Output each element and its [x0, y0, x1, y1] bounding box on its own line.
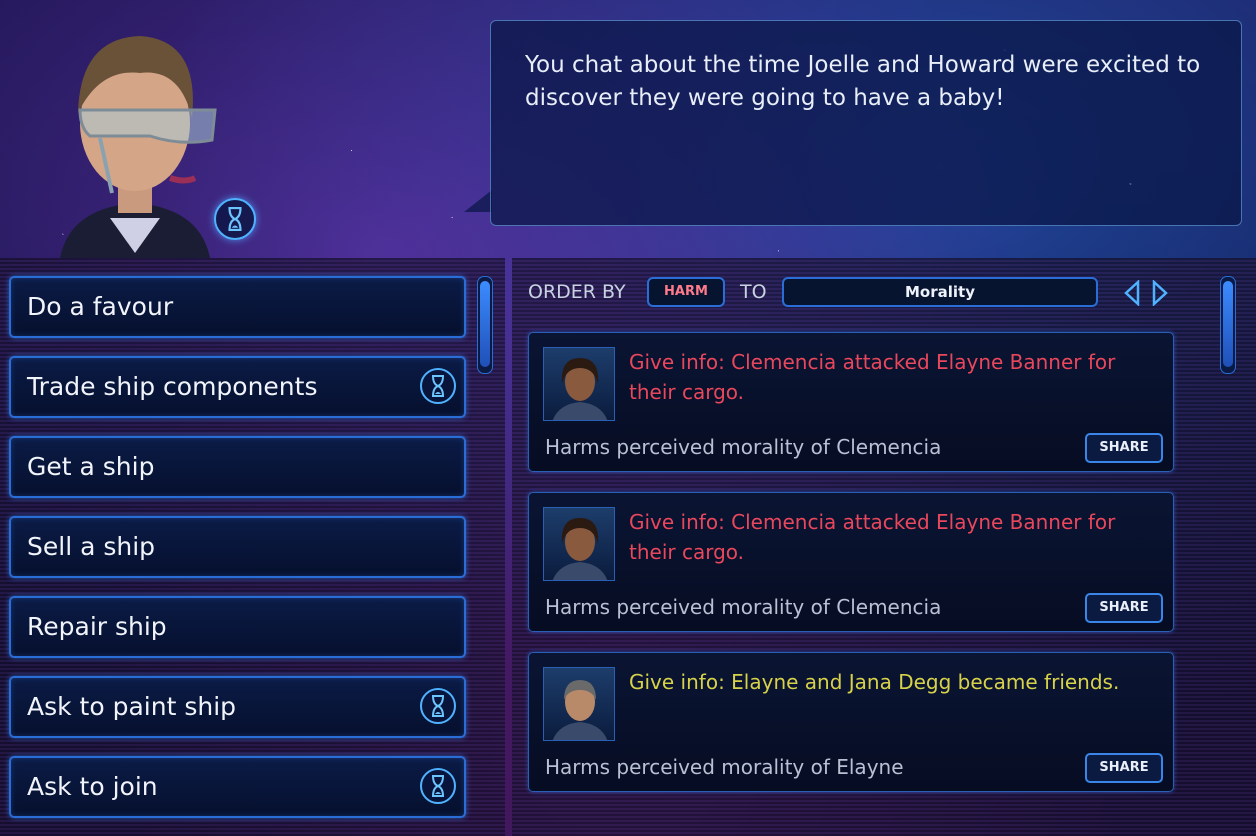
share-button[interactable]: SHARE [1085, 433, 1163, 463]
share-button[interactable]: SHARE [1085, 593, 1163, 623]
info-scrollbar[interactable] [1220, 276, 1236, 374]
info-effect: Harms perceived morality of Clemencia [545, 435, 942, 459]
info-effect: Harms perceived morality of Elayne [545, 755, 904, 779]
character-portrait [543, 347, 615, 421]
sell-ship-button[interactable]: Sell a ship [9, 516, 466, 578]
speech-tail [464, 190, 492, 212]
ask-to-join-button[interactable]: Ask to join [9, 756, 466, 818]
menu-item-label: Sell a ship [27, 532, 156, 561]
get-ship-button[interactable]: Get a ship [9, 436, 466, 498]
info-scroll-thumb[interactable] [1223, 281, 1233, 367]
character-portrait [543, 667, 615, 741]
info-title: Give info: Elayne and Jana Degg became f… [629, 670, 1120, 694]
to-selector[interactable]: Morality [782, 277, 1098, 307]
hourglass-icon [420, 368, 456, 404]
chevron-right-icon[interactable] [1150, 280, 1170, 306]
menu-item-label: Do a favour [27, 292, 174, 321]
menu-item-label: Get a ship [27, 452, 155, 481]
chevron-left-icon[interactable] [1122, 280, 1142, 306]
hourglass-icon [214, 198, 256, 240]
to-label: TO [740, 281, 767, 303]
repair-ship-button[interactable]: Repair ship [9, 596, 466, 658]
paint-ship-button[interactable]: Ask to paint ship [9, 676, 466, 738]
npc-portrait [40, 18, 230, 258]
info-title: Give info: Clemencia attacked Elayne Ban… [629, 350, 1116, 404]
info-effect: Harms perceived morality of Clemencia [545, 595, 942, 619]
order-by-harm-button[interactable]: HARM [647, 277, 725, 307]
menu-item-label: Ask to paint ship [27, 692, 237, 721]
hourglass-icon [420, 688, 456, 724]
menu-item-label: Trade ship components [27, 372, 318, 401]
trade-ship-components-button[interactable]: Trade ship components [9, 356, 466, 418]
info-card: Give info: Elayne and Jana Degg became f… [528, 652, 1174, 792]
info-card: Give info: Clemencia attacked Elayne Ban… [528, 332, 1174, 472]
menu-item-label: Ask to join [27, 772, 158, 801]
dialogue-text: You chat about the time Joelle and Howar… [525, 52, 1201, 111]
menu-item-label: Repair ship [27, 612, 167, 641]
menu-scroll-thumb[interactable] [480, 281, 490, 367]
menu-scrollbar[interactable] [477, 276, 493, 374]
do-favour-button[interactable]: Do a favour [9, 276, 466, 338]
character-portrait [543, 507, 615, 581]
hourglass-icon [420, 768, 456, 804]
order-by-label: ORDER BY [528, 281, 626, 303]
info-title: Give info: Clemencia attacked Elayne Ban… [629, 510, 1116, 564]
info-card: Give info: Clemencia attacked Elayne Ban… [528, 492, 1174, 632]
dialogue-box: You chat about the time Joelle and Howar… [490, 20, 1242, 226]
share-button[interactable]: SHARE [1085, 753, 1163, 783]
